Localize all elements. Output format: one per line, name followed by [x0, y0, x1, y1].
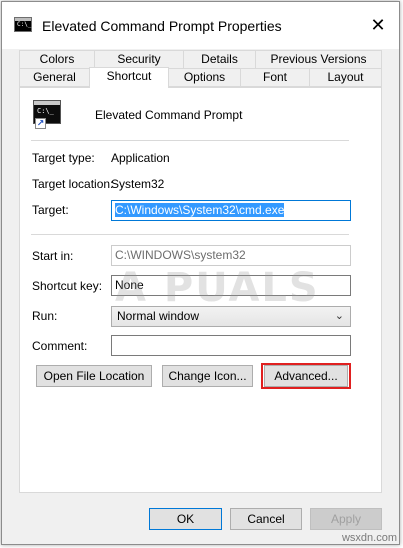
- change-icon-button[interactable]: Change Icon...: [162, 365, 253, 387]
- open-file-location-button[interactable]: Open File Location: [36, 365, 152, 387]
- cmd-icon: C:\_: [14, 17, 32, 32]
- watermark: A PUALS: [115, 265, 320, 311]
- target-location-label: Target location:: [32, 177, 114, 191]
- run-selected-value: Normal window: [117, 309, 200, 323]
- shortcut-key-label: Shortcut key:: [32, 279, 103, 293]
- tab-previous-versions[interactable]: Previous Versions: [255, 50, 382, 69]
- chevron-down-icon: ⌄: [334, 310, 344, 322]
- divider: [31, 140, 349, 141]
- tab-colors[interactable]: Colors: [19, 50, 95, 69]
- tab-font[interactable]: Font: [240, 68, 310, 87]
- tab-shortcut[interactable]: Shortcut: [89, 67, 169, 88]
- tab-layout[interactable]: Layout: [309, 68, 382, 87]
- apply-button[interactable]: Apply: [310, 508, 382, 530]
- tab-details[interactable]: Details: [183, 50, 256, 69]
- comment-label: Comment:: [32, 339, 88, 353]
- close-button[interactable]: ✕: [363, 12, 393, 38]
- tab-options[interactable]: Options: [168, 68, 241, 87]
- ok-button[interactable]: OK: [149, 508, 222, 530]
- shortcut-name: Elevated Command Prompt: [95, 108, 243, 122]
- close-icon: ✕: [370, 14, 386, 35]
- advanced-highlight: [261, 363, 351, 389]
- shortcut-icon: C:\_ ↗: [33, 100, 63, 130]
- target-label: Target:: [32, 203, 69, 217]
- target-type-label: Target type:: [32, 151, 95, 165]
- window-title: Elevated Command Prompt Properties: [42, 18, 282, 34]
- run-label: Run:: [32, 309, 58, 323]
- title-bar: C:\_ Elevated Command Prompt Properties …: [2, 2, 399, 49]
- divider: [31, 234, 349, 235]
- tab-general[interactable]: General: [19, 68, 90, 87]
- site-label: wsxdn.com: [341, 532, 397, 544]
- start-in-label: Start in:: [32, 249, 74, 263]
- comment-input[interactable]: [111, 335, 351, 356]
- target-location-value: System32: [111, 177, 165, 191]
- start-in-input[interactable]: C:\WINDOWS\system32: [111, 245, 351, 266]
- target-type-value: Application: [111, 151, 170, 165]
- cancel-button[interactable]: Cancel: [230, 508, 302, 530]
- target-input[interactable]: C:\Windows\System32\cmd.exe: [111, 200, 351, 221]
- shortcut-arrow-icon: ↗: [35, 118, 46, 129]
